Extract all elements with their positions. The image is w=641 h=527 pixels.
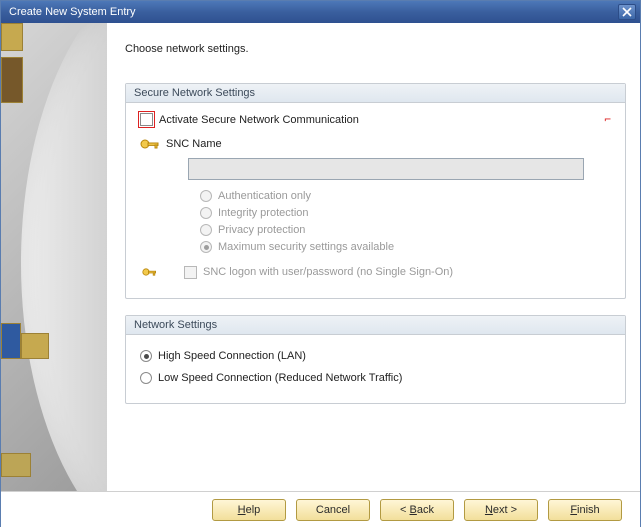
- title-bar: Create New System Entry: [1, 1, 640, 23]
- secure-network-group: Secure Network Settings Activate Secure …: [125, 83, 626, 299]
- radio-high-speed[interactable]: [140, 350, 152, 362]
- wizard-sidebar-image: [1, 23, 107, 491]
- cancel-button[interactable]: Cancel: [296, 499, 370, 521]
- radio-auth-only-label: Authentication only: [218, 190, 311, 202]
- radio-privacy-label: Privacy protection: [218, 224, 305, 236]
- close-button[interactable]: [618, 4, 636, 20]
- radio-high-speed-label: High Speed Connection (LAN): [158, 350, 306, 362]
- network-settings-group: Network Settings High Speed Connection (…: [125, 315, 626, 404]
- help-button[interactable]: Help: [212, 499, 286, 521]
- radio-auth-only: [200, 190, 212, 202]
- back-button[interactable]: < Back: [380, 499, 454, 521]
- close-icon: [622, 7, 632, 17]
- radio-integrity-label: Integrity protection: [218, 207, 309, 219]
- snc-name-label: SNC Name: [166, 138, 222, 150]
- network-group-header: Network Settings: [126, 316, 625, 335]
- radio-integrity: [200, 207, 212, 219]
- next-button[interactable]: Next >: [464, 499, 538, 521]
- radio-low-speed-label: Low Speed Connection (Reduced Network Tr…: [158, 372, 402, 384]
- key-icon: [140, 136, 160, 152]
- wizard-main: Choose network settings. Secure Network …: [107, 23, 640, 491]
- content-area: Choose network settings. Secure Network …: [1, 23, 640, 491]
- key-icon-small: [140, 265, 160, 279]
- snc-logon-label: SNC logon with user/password (no Single …: [203, 266, 453, 278]
- activate-snc-checkbox[interactable]: [140, 113, 153, 126]
- radio-max-security: [200, 241, 212, 253]
- window-title: Create New System Entry: [9, 6, 136, 18]
- radio-privacy: [200, 224, 212, 236]
- radio-low-speed[interactable]: [140, 372, 152, 384]
- wizard-footer: Help Cancel < Back Next > Finish: [1, 491, 640, 527]
- instruction-text: Choose network settings.: [125, 43, 626, 55]
- activate-snc-label: Activate Secure Network Communication: [159, 114, 359, 126]
- help-rest: elp: [246, 504, 261, 516]
- snc-logon-checkbox: [184, 266, 197, 279]
- finish-button[interactable]: Finish: [548, 499, 622, 521]
- secure-group-header: Secure Network Settings: [126, 84, 625, 103]
- required-corner-icon: ⌐: [604, 113, 611, 126]
- radio-max-security-label: Maximum security settings available: [218, 241, 394, 253]
- snc-name-input: [188, 158, 584, 180]
